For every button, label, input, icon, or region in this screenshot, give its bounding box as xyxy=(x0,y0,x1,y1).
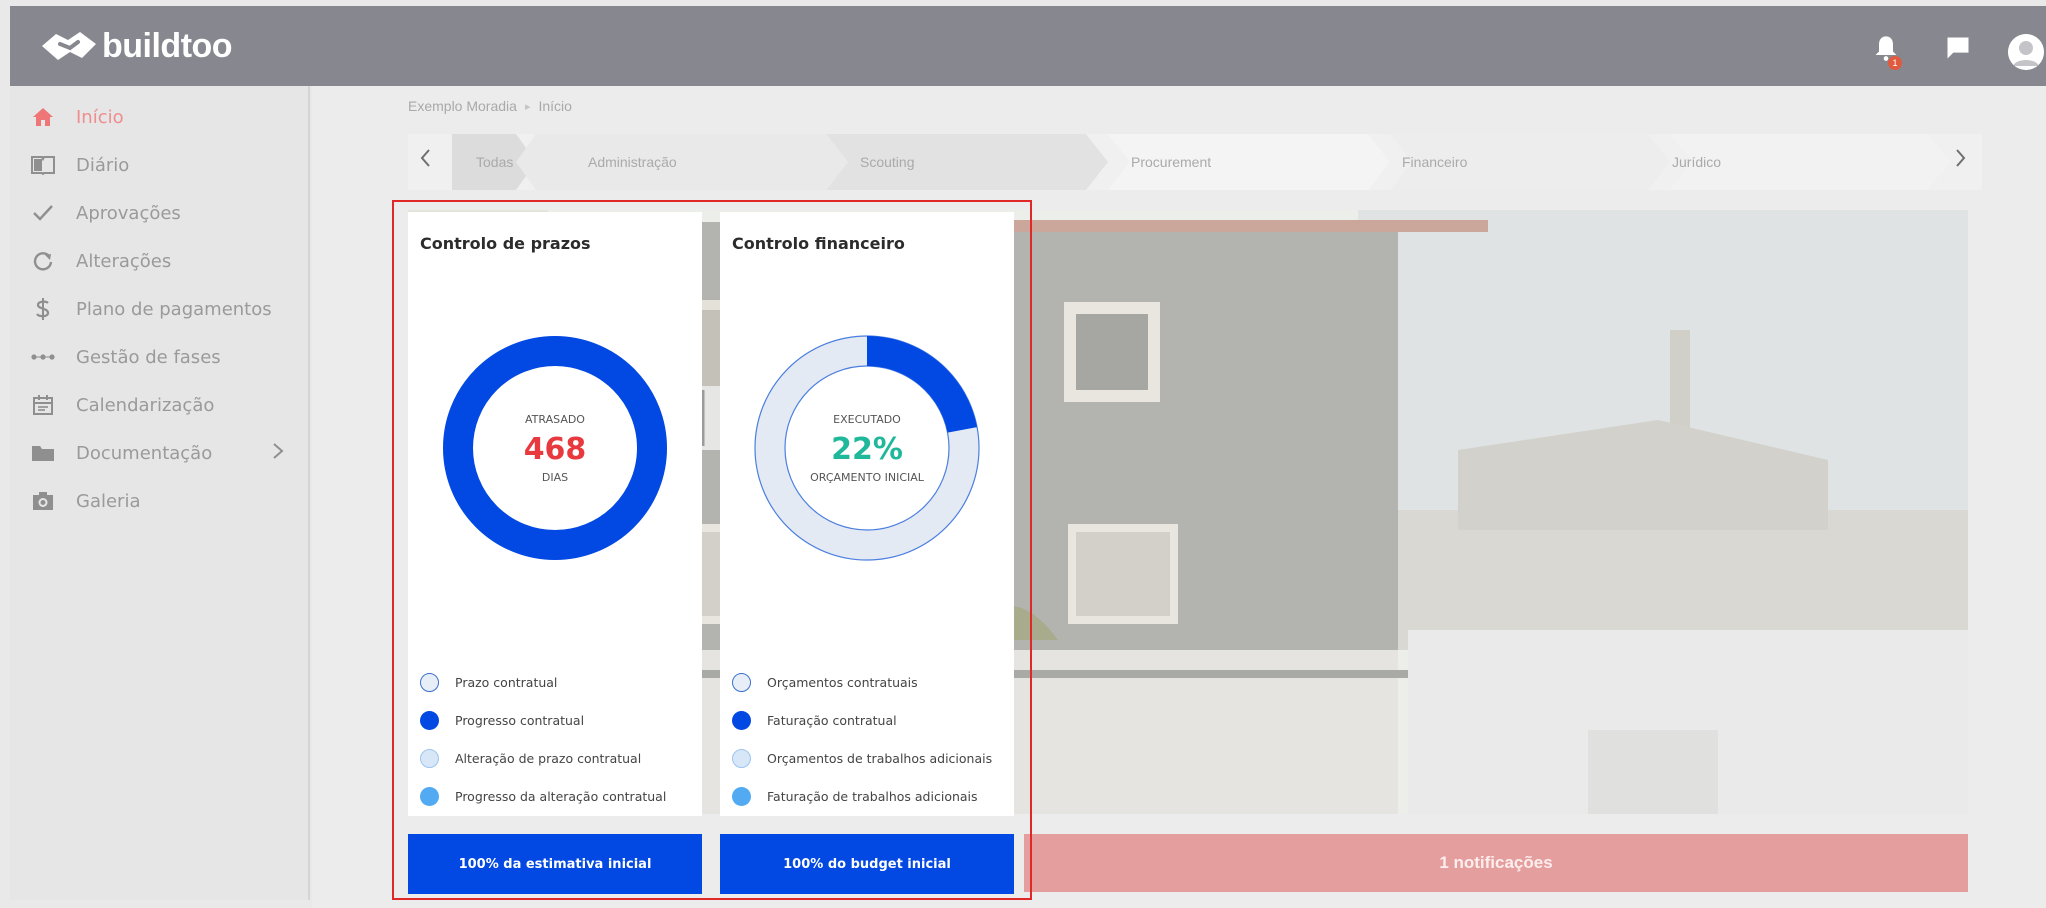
check-icon xyxy=(30,200,56,226)
sidebar-item-label: Aprovações xyxy=(76,202,181,224)
late-label: ATRASADO xyxy=(525,412,585,426)
sidebar-item-label: Documentação xyxy=(76,442,213,464)
top-bar: buildtoo 1 xyxy=(10,6,2046,86)
breadcrumb-item: Início xyxy=(538,98,572,114)
sidebar-item-diario[interactable]: Diário xyxy=(10,140,310,190)
sidebar-item-alteracoes[interactable]: Alterações xyxy=(10,236,310,286)
sidebar-item-documentacao[interactable]: Documentação xyxy=(10,428,310,478)
sidebar-item-inicio[interactable]: Início xyxy=(10,92,310,142)
tab-administracao[interactable]: Administração xyxy=(588,134,677,190)
logo[interactable]: buildtoo xyxy=(38,26,233,66)
legend-label: Progresso contratual xyxy=(455,712,585,728)
card-title: Controlo financeiro xyxy=(732,234,905,253)
sidebar-item-label: Gestão de fases xyxy=(76,346,221,368)
legend-dot-icon xyxy=(420,672,439,692)
initial-budget-button[interactable]: 100% do budget inicial xyxy=(720,834,1014,894)
legend-item: Orçamentos contratuais xyxy=(732,672,918,692)
legend-item: Faturação contratual xyxy=(732,710,897,730)
legend-label: Orçamentos contratuais xyxy=(767,674,918,690)
legend-label: Alteração de prazo contratual xyxy=(455,750,642,766)
legend-label: Progresso da alteração contratual xyxy=(455,788,667,804)
chevron-left-icon[interactable] xyxy=(418,146,432,176)
legend-dot-icon xyxy=(732,672,751,692)
phase-tabs: Todas Administração Scouting Procurement… xyxy=(408,134,1982,190)
legend-label: Orçamentos de trabalhos adicionais xyxy=(767,750,993,766)
executed-label: EXECUTADO xyxy=(833,412,901,426)
camera-icon xyxy=(30,488,56,514)
legend-item: Orçamentos de trabalhos adicionais xyxy=(732,748,992,768)
legend-item: Faturação de trabalhos adicionais xyxy=(732,786,978,806)
days-label: DIAS xyxy=(541,470,569,484)
folder-icon xyxy=(30,440,56,466)
card-title: Controlo de prazos xyxy=(420,234,591,253)
initial-estimate-button[interactable]: 100% da estimativa inicial xyxy=(408,834,702,894)
refresh-icon xyxy=(30,248,56,274)
tab-scouting[interactable]: Scouting xyxy=(860,134,914,190)
legend-label: Prazo contratual xyxy=(455,674,558,690)
tab-juridico[interactable]: Jurídico xyxy=(1672,134,1721,190)
sidebar-item-label: Início xyxy=(76,106,124,128)
legend-dot-icon xyxy=(420,786,439,806)
breadcrumb: Exemplo Moradia ▸ Início xyxy=(408,98,572,114)
book-icon xyxy=(30,152,56,178)
legend-label: Faturação de trabalhos adicionais xyxy=(767,788,978,804)
dots-icon xyxy=(30,344,56,370)
home-icon xyxy=(30,104,56,130)
logo-text: buildtoo xyxy=(102,26,233,65)
sidebar-item-label: Alterações xyxy=(76,250,172,272)
legend-item: Progresso contratual xyxy=(420,710,584,730)
breadcrumb-separator-icon: ▸ xyxy=(524,100,531,113)
breadcrumb-item[interactable]: Exemplo Moradia xyxy=(408,98,517,114)
buildtoo-logo-icon xyxy=(42,32,96,60)
legend-dot-icon xyxy=(732,710,751,730)
legend-dot-icon xyxy=(732,748,751,768)
sidebar-item-plano-pagamentos[interactable]: Plano de pagamentos xyxy=(10,284,310,334)
initial-budget-label: ORÇAMENTO INICIAL xyxy=(810,470,924,484)
deadline-donut-center: ATRASADO 468 DIAS xyxy=(439,332,671,564)
financial-donut-center: EXECUTADO 22% ORÇAMENTO INICIAL xyxy=(751,332,983,564)
legend-dot-icon xyxy=(420,710,439,730)
sidebar: Início Diário Aprovações Alterações Plan… xyxy=(10,86,310,900)
dashboard-overlay: Controlo de prazos ATRASADO 468 DIAS Pra… xyxy=(392,200,1032,900)
sidebar-item-label: Plano de pagamentos xyxy=(76,298,272,320)
legend-item: Progresso da alteração contratual xyxy=(420,786,666,806)
user-avatar-icon[interactable] xyxy=(2008,34,2044,70)
financial-control-card: Controlo financeiro EXECUTADO 22% ORÇAME… xyxy=(720,212,1014,816)
dollar-icon xyxy=(30,296,56,322)
notification-badge: 1 xyxy=(1888,56,1902,70)
executed-percent-value: 22% xyxy=(831,431,903,467)
sidebar-item-label: Galeria xyxy=(76,490,141,512)
tab-procurement[interactable]: Procurement xyxy=(1131,134,1211,190)
deadline-control-card: Controlo de prazos ATRASADO 468 DIAS Pra… xyxy=(408,212,702,816)
tab-financeiro[interactable]: Financeiro xyxy=(1402,134,1467,190)
chevron-right-icon[interactable] xyxy=(272,441,284,465)
legend-item: Prazo contratual xyxy=(420,672,557,692)
sidebar-item-gestao-fases[interactable]: Gestão de fases xyxy=(10,332,310,382)
sidebar-item-aprovacoes[interactable]: Aprovações xyxy=(10,188,310,238)
legend-dot-icon xyxy=(420,748,439,768)
legend-item: Alteração de prazo contratual xyxy=(420,748,641,768)
sidebar-item-calendarizacao[interactable]: Calendarização xyxy=(10,380,310,430)
late-days-value: 468 xyxy=(523,431,587,467)
sidebar-item-galeria[interactable]: Galeria xyxy=(10,476,310,526)
chat-icon[interactable] xyxy=(1944,34,1972,62)
chevron-right-icon[interactable] xyxy=(1954,146,1968,176)
notifications-button[interactable]: 1 notificações xyxy=(1024,834,1968,892)
sidebar-item-label: Calendarização xyxy=(76,394,215,416)
sidebar-item-label: Diário xyxy=(76,154,130,176)
legend-label: Faturação contratual xyxy=(767,712,897,728)
tab-todas[interactable]: Todas xyxy=(476,134,513,190)
legend-dot-icon xyxy=(732,786,751,806)
calendar-icon xyxy=(30,392,56,418)
